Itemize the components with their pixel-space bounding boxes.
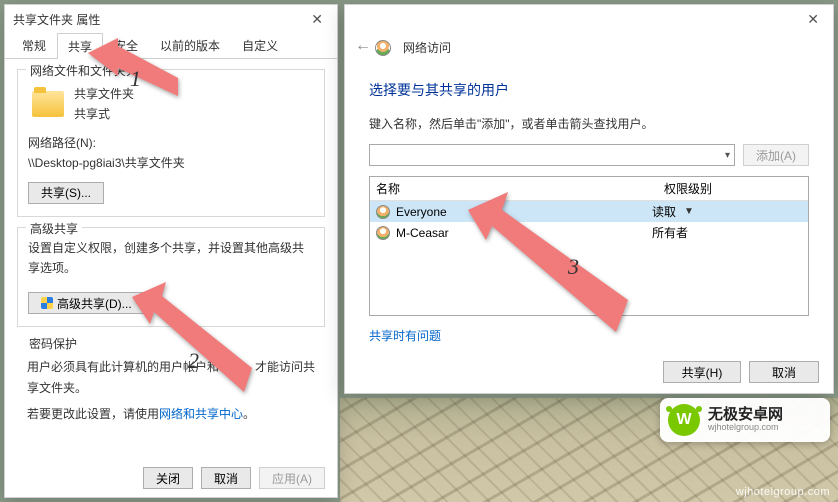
tab-custom[interactable]: 自定义 (231, 32, 289, 58)
user-list: 名称 权限级别 Everyone 读取 ▼ M-Ceasar 所有者 (369, 176, 809, 316)
back-icon[interactable]: ← (355, 37, 371, 55)
list-header: 名称 权限级别 (370, 177, 808, 201)
group-title: 高级共享 (26, 220, 82, 237)
close-button[interactable]: 关闭 (143, 467, 193, 489)
close-icon[interactable]: ✕ (801, 11, 825, 28)
pw-line1: 用户必须具有此计算机的用户帐户和密码，才能访问共享文件夹。 (27, 360, 315, 394)
watermark: wjhotelgroup.com (736, 486, 830, 498)
user-name: M-Ceasar (396, 226, 652, 240)
people-icon (375, 40, 391, 56)
window-title: 共享文件夹 属性 (13, 11, 305, 28)
perm-cell[interactable]: 读取 ▼ (652, 203, 802, 220)
chevron-down-icon[interactable]: ▼ (684, 206, 694, 217)
user-combo[interactable]: ▾ (369, 144, 735, 166)
tab-previous[interactable]: 以前的版本 (149, 32, 231, 58)
list-row[interactable]: M-Ceasar 所有者 (370, 222, 808, 243)
group-title: 网络文件和文件夹共享 (26, 62, 154, 79)
add-button[interactable]: 添加(A) (743, 144, 809, 166)
titlebar[interactable]: ✕ (345, 5, 833, 33)
path-value: \\Desktop-pg8iai3\共享文件夹 (28, 153, 314, 173)
user-icon (376, 205, 390, 219)
adv-desc: 设置自定义权限，创建多个共享，并设置其他高级共享选项。 (28, 238, 314, 279)
network-access-dialog: ✕ ← 网络访问 选择要与其共享的用户 键入名称，然后单击"添加"，或者单击箭头… (344, 4, 834, 394)
user-icon (376, 226, 390, 240)
adv-btn-label: 高级共享(D)... (57, 295, 132, 312)
brand-logo-icon: W (668, 404, 700, 436)
hint-text: 键入名称，然后单击"添加"，或者单击箭头查找用户。 (369, 114, 809, 134)
folder-info: 共享文件夹 共享式 (74, 84, 134, 125)
network-center-link[interactable]: 网络和共享中心 (159, 407, 243, 421)
col-name[interactable]: 名称 (370, 177, 658, 200)
trouble-link[interactable]: 共享时有问题 (369, 329, 441, 343)
perm-value: 读取 (652, 203, 676, 220)
advanced-share-button[interactable]: 高级共享(D)... (28, 292, 145, 314)
dialog-header: 网络访问 (345, 33, 833, 60)
advanced-share-group: 高级共享 设置自定义权限，创建多个共享，并设置其他高级共享选项。 高级共享(D)… (17, 227, 325, 328)
properties-dialog: 共享文件夹 属性 ✕ 常规 共享 安全 以前的版本 自定义 网络文件和文件夹共享… (4, 4, 338, 498)
group-title: 密码保护 (25, 335, 81, 352)
col-perm[interactable]: 权限级别 (658, 177, 808, 200)
apply-button[interactable]: 应用(A) (259, 467, 325, 489)
tab-general[interactable]: 常规 (11, 32, 57, 58)
perm-value: 所有者 (652, 224, 802, 241)
share-button[interactable]: 共享(H) (663, 361, 741, 383)
folder-name: 共享文件夹 (74, 84, 134, 104)
tab-security[interactable]: 安全 (103, 32, 149, 58)
dialog-footer: 关闭 取消 应用(A) (143, 467, 325, 489)
pw-line2b: 。 (243, 407, 255, 421)
brand-en: wjhotelgroup.com (708, 423, 783, 433)
share-button[interactable]: 共享(S)... (28, 182, 104, 204)
pw-line2a: 若要更改此设置，请使用 (27, 407, 159, 421)
shield-icon (41, 297, 53, 309)
brand-badge: W 无极安卓网 wjhotelgroup.com (660, 398, 830, 442)
brand-cn: 无极安卓网 (708, 407, 783, 424)
titlebar[interactable]: 共享文件夹 属性 ✕ (5, 5, 337, 33)
tab-sharing[interactable]: 共享 (57, 33, 103, 59)
list-row[interactable]: Everyone 读取 ▼ (370, 201, 808, 222)
header-text: 网络访问 (403, 39, 451, 56)
share-status: 共享式 (74, 104, 134, 124)
tabs: 常规 共享 安全 以前的版本 自定义 (5, 33, 337, 59)
folder-icon (32, 91, 64, 117)
user-name: Everyone (396, 205, 652, 219)
network-share-group: 网络文件和文件夹共享 共享文件夹 共享式 网络路径(N): \\Desktop-… (17, 69, 325, 217)
cancel-button[interactable]: 取消 (749, 361, 819, 383)
password-protect-group: 密码保护 用户必须具有此计算机的用户帐户和密码，才能访问共享文件夹。 若要更改此… (17, 337, 325, 436)
path-label: 网络路径(N): (28, 133, 314, 153)
chevron-down-icon[interactable]: ▾ (725, 150, 730, 161)
cancel-button[interactable]: 取消 (201, 467, 251, 489)
dialog-title: 选择要与其共享的用户 (369, 80, 809, 100)
close-icon[interactable]: ✕ (305, 11, 329, 28)
dialog-footer: 共享(H) 取消 (663, 361, 819, 383)
